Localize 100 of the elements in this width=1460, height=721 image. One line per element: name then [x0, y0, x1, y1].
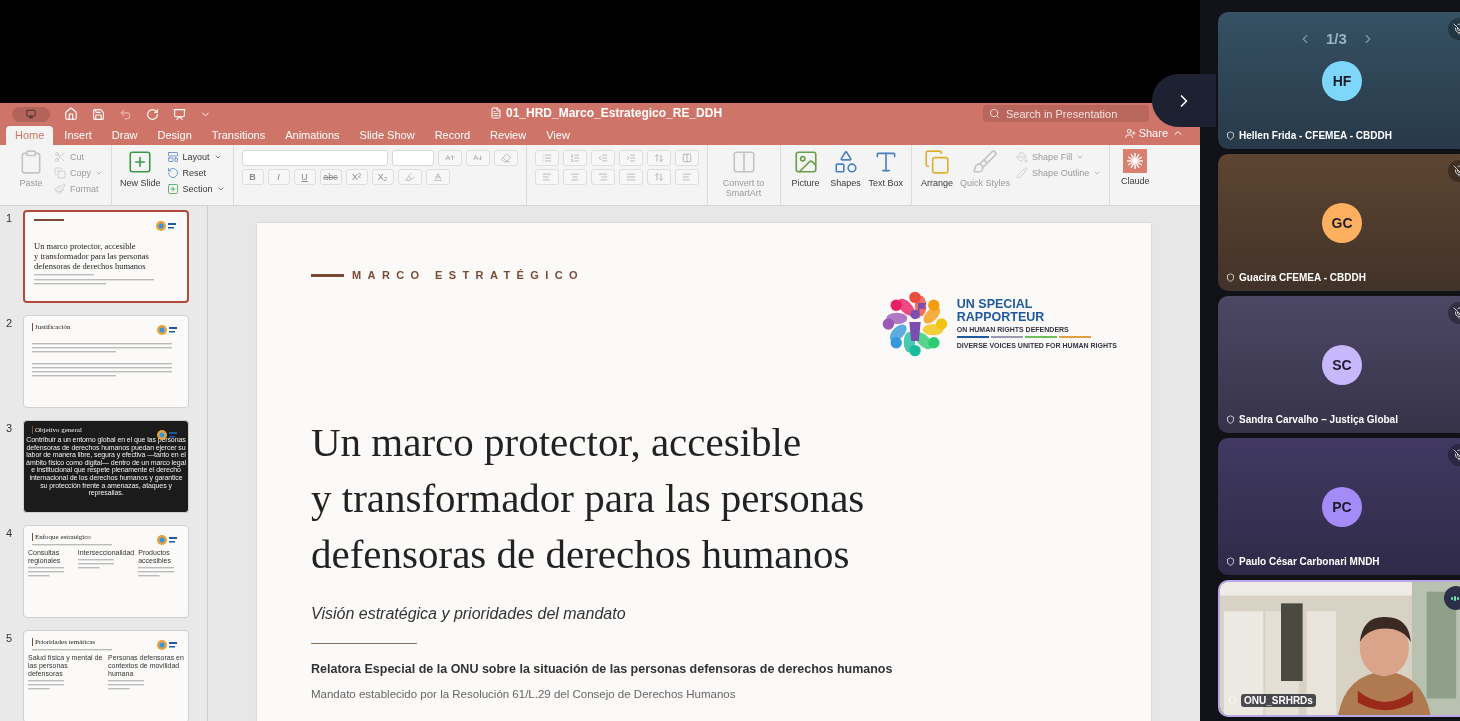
slide-number: 1	[6, 211, 14, 226]
highlight-button[interactable]	[397, 169, 422, 185]
text-lines-drawing	[28, 680, 64, 690]
search-field[interactable]: Search in Presentation	[983, 105, 1149, 122]
format-button[interactable]: I	[267, 169, 290, 185]
claude-logo-icon	[1123, 149, 1148, 173]
align-text-button[interactable]	[674, 169, 699, 185]
clear-format-button[interactable]	[493, 150, 518, 166]
ribbon-tab[interactable]: Animations	[276, 126, 349, 145]
share-button[interactable]: Share	[1124, 127, 1168, 139]
ribbon-tab[interactable]: Record	[425, 126, 480, 145]
ribbon-tab[interactable]: Design	[148, 126, 201, 145]
picture-icon	[792, 149, 819, 175]
grow-font-button[interactable]	[437, 150, 462, 166]
participant-name: ONU_SRHRDs	[1241, 694, 1316, 707]
section-button[interactable]: Section	[166, 182, 225, 195]
slideshow-icon[interactable]	[173, 107, 186, 121]
decrease-indent-button[interactable]	[590, 150, 615, 166]
scissors-icon	[54, 150, 66, 163]
monitor-icon	[26, 109, 36, 119]
justify-icon	[625, 172, 636, 182]
reset-button[interactable]: Reset	[166, 166, 225, 179]
next-button[interactable]	[1152, 74, 1216, 127]
avatar: GC	[1322, 203, 1362, 243]
participant-name: Paulo César Carbonari MNDH	[1239, 556, 1380, 567]
add-person-icon	[1124, 127, 1136, 139]
slide-thumbnail[interactable]	[23, 420, 189, 513]
avatar: SC	[1322, 345, 1362, 385]
slide-number: 2	[6, 316, 14, 331]
font-color-button[interactable]	[425, 169, 450, 185]
align-left-icon	[541, 172, 552, 182]
document-icon	[490, 107, 502, 119]
numbering-icon	[569, 153, 580, 163]
numbering-button[interactable]	[562, 150, 587, 166]
logo-title: UN SPECIAL RAPPORTEUR	[956, 298, 1046, 324]
bullets-button[interactable]	[534, 150, 559, 166]
align-center-button[interactable]	[562, 169, 587, 185]
save-icon[interactable]	[92, 107, 105, 121]
kicker-line	[311, 273, 344, 277]
slide-subtitle: Visión estratégica y prioridades del mandato	[311, 605, 627, 623]
slide-number: 5	[6, 631, 14, 646]
text-direction-icon	[653, 172, 664, 182]
page-indicator: 1/3	[1326, 30, 1347, 47]
slide-kicker: MARCO ESTRATÉGICO	[352, 269, 585, 281]
justify-button[interactable]	[618, 169, 643, 185]
columns-icon	[681, 153, 692, 163]
text-direction-button[interactable]	[646, 169, 671, 185]
logo-icon	[156, 534, 178, 546]
align-right-button[interactable]	[590, 169, 615, 185]
format-button[interactable]: B	[241, 169, 264, 185]
text-lines-drawing	[34, 274, 94, 276]
section-icon	[166, 182, 179, 195]
participant-name: Sandra Carvalho – Justiça Global	[1239, 414, 1398, 425]
brush-icon	[972, 149, 999, 175]
arrange-icon	[924, 149, 951, 175]
line-spacing-icon	[653, 153, 664, 163]
shrink-font-button[interactable]	[465, 150, 490, 166]
pencil-icon	[1016, 166, 1029, 179]
shapes-button[interactable]: Shapes	[828, 149, 863, 188]
align-left-button[interactable]	[534, 169, 559, 185]
font-color-icon	[432, 172, 443, 182]
slide-thumbnail[interactable]: Un marco protector, accesible y transformador para las personas defensoras de derechos humanos	[23, 210, 189, 303]
font-size-field[interactable]	[391, 150, 434, 166]
shield-icon	[1226, 415, 1235, 424]
format-button[interactable]: X²	[345, 169, 368, 185]
screen-share-button[interactable]	[12, 106, 50, 122]
line-spacing-button[interactable]	[646, 150, 671, 166]
paintbrush-icon	[54, 182, 66, 195]
ribbon-tab[interactable]: View	[537, 126, 579, 145]
align-text-icon	[681, 172, 692, 182]
textbox-button[interactable]: Text Box	[868, 149, 904, 188]
layout-button[interactable]: Layout	[166, 150, 225, 163]
arrange-button[interactable]: Arrange	[920, 149, 955, 188]
picture-button[interactable]: Picture	[788, 149, 823, 188]
ribbon-tab[interactable]: Transitions	[202, 126, 275, 145]
ribbon-tab[interactable]: Slide Show	[350, 126, 424, 145]
font-name-field[interactable]	[241, 150, 388, 166]
ribbon-tab[interactable]: Insert	[55, 126, 101, 145]
text-lines-drawing	[138, 567, 175, 577]
shrink-font-icon	[472, 153, 483, 163]
participant-name: Hellen Frida - CFEMEA - CBDDH	[1239, 130, 1392, 141]
ribbon-tab[interactable]: Home	[6, 126, 54, 145]
columns-button[interactable]	[674, 150, 699, 166]
home-icon[interactable]	[64, 107, 78, 121]
increase-indent-button[interactable]	[618, 150, 643, 166]
claude-button[interactable]: Claude	[1118, 149, 1153, 186]
mandate-line: Mandato establecido por la Resolución 61/L.29 del Consejo de Derechos Humanos	[311, 688, 737, 700]
undo-icon[interactable]	[119, 107, 132, 121]
ribbon-tab[interactable]: Review	[481, 126, 536, 145]
copy-icon	[54, 166, 66, 179]
new-slide-button[interactable]: New Slide	[120, 149, 161, 188]
slide-number: 4	[6, 526, 14, 541]
avatar: HF	[1322, 61, 1362, 101]
format-button[interactable]: abc	[319, 169, 342, 185]
redo-icon[interactable]	[146, 107, 159, 121]
format-button[interactable]: U	[293, 169, 316, 185]
participant-name: Guacira CFEMEA - CBDDH	[1239, 272, 1366, 283]
ribbon-tab[interactable]: Draw	[102, 126, 147, 145]
layout-icon	[166, 150, 179, 163]
format-button[interactable]: X₂	[371, 169, 394, 185]
